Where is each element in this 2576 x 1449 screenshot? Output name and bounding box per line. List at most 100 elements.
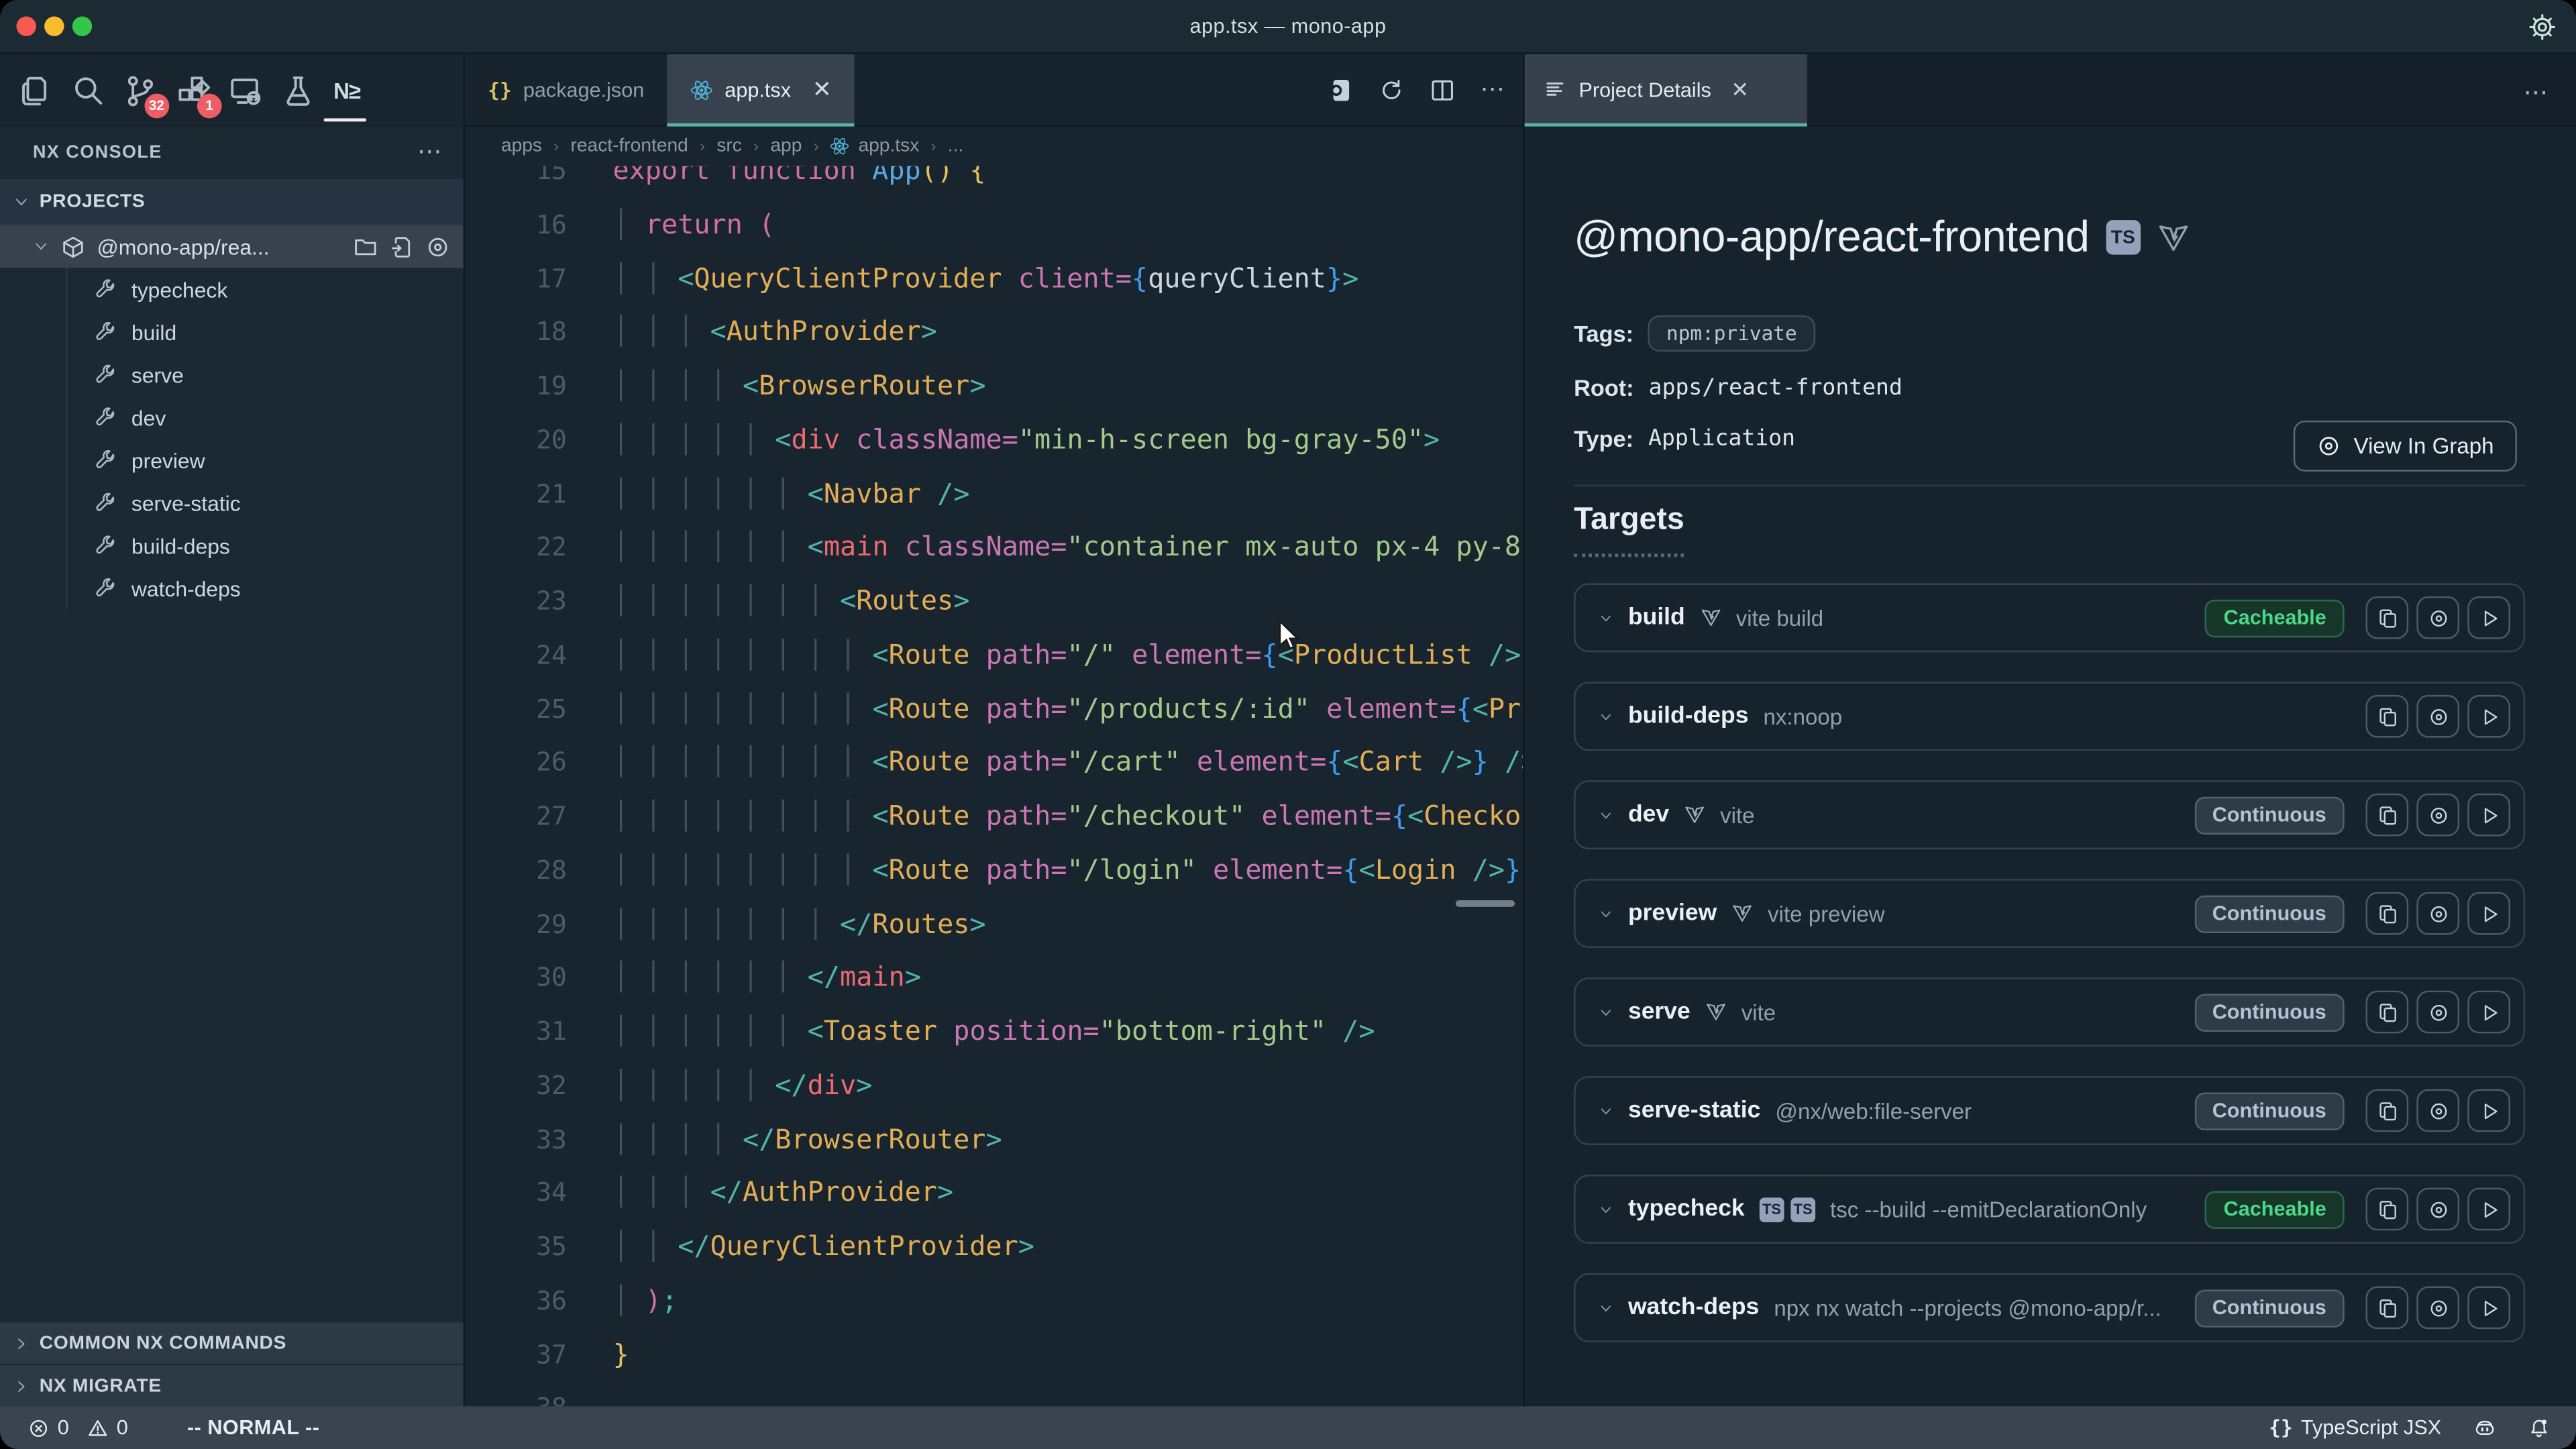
panel-more-actions-icon[interactable]: ⋯ [2524, 85, 2550, 101]
close-tab-icon[interactable]: ✕ [1731, 76, 1749, 103]
code-line-16[interactable]: 16│ return ( [465, 199, 1523, 252]
code-line-22[interactable]: 22│ │ │ │ │ │ <main className="container… [465, 521, 1523, 575]
copy-task-button[interactable] [2366, 695, 2409, 738]
run-target-button[interactable] [2467, 1089, 2510, 1132]
close-tab-icon[interactable]: ✕ [812, 76, 832, 104]
sidebar-task-typecheck[interactable]: typecheck [0, 268, 464, 311]
code-line-15[interactable]: 15export function App() { [465, 166, 1523, 198]
search-icon[interactable] [70, 73, 105, 107]
section-projects[interactable]: PROJECTS [0, 179, 464, 225]
open-project-details-icon[interactable] [1328, 77, 1354, 103]
notifications-bell-icon[interactable] [2528, 1417, 2550, 1438]
code-line-33[interactable]: 33│ │ │ │ </BrowserRouter> [465, 1113, 1523, 1167]
target-card-build[interactable]: build vite build Cacheable [1574, 583, 2525, 652]
target-card-watch-deps[interactable]: watch-deps npx nx watch --projects @mono… [1574, 1273, 2525, 1342]
code-line-28[interactable]: 28│ │ │ │ │ │ │ │ <Route path="/login" e… [465, 844, 1523, 898]
code-line-29[interactable]: 29│ │ │ │ │ │ │ </Routes> [465, 898, 1523, 951]
code-line-18[interactable]: 18│ │ │ <AuthProvider> [465, 306, 1523, 360]
language-mode[interactable]: {} TypeScript JSX [2269, 1416, 2441, 1439]
copy-task-button[interactable] [2366, 1188, 2409, 1231]
copilot-icon[interactable] [2474, 1417, 2496, 1438]
code-line-23[interactable]: 23│ │ │ │ │ │ │ <Routes> [465, 575, 1523, 629]
sidebar-task-serve-static[interactable]: serve-static [0, 482, 464, 525]
focus-in-graph-button[interactable] [2416, 991, 2459, 1034]
code-line-21[interactable]: 21│ │ │ │ │ │ <Navbar /> [465, 468, 1523, 521]
focus-in-graph-button[interactable] [2416, 794, 2459, 837]
remote-explorer-icon[interactable] [228, 73, 262, 107]
breadcrumb-item[interactable]: apps [501, 136, 542, 156]
problems-indicator[interactable]: 0 0 [28, 1416, 128, 1439]
code-line-24[interactable]: 24│ │ │ │ │ │ │ │ <Route path="/" elemen… [465, 629, 1523, 682]
code-line-19[interactable]: 19│ │ │ │ <BrowserRouter> [465, 360, 1523, 413]
explorer-icon[interactable] [18, 73, 52, 107]
show-in-graph-icon[interactable] [425, 234, 450, 259]
focus-in-graph-button[interactable] [2416, 892, 2459, 935]
code-line-20[interactable]: 20│ │ │ │ │ <div className="min-h-screen… [465, 414, 1523, 468]
editor-scrollbar[interactable] [1456, 900, 1515, 907]
sidebar-task-serve[interactable]: serve [0, 354, 464, 396]
copy-task-button[interactable] [2366, 1287, 2409, 1330]
copy-task-button[interactable] [2366, 991, 2409, 1034]
code-line-35[interactable]: 35│ │ </QueryClientProvider> [465, 1221, 1523, 1275]
settings-gear-icon[interactable] [2528, 13, 2557, 42]
split-editor-icon[interactable] [1430, 77, 1456, 103]
code-line-17[interactable]: 17│ │ <QueryClientProvider client={query… [465, 252, 1523, 306]
generate-file-icon[interactable] [389, 234, 414, 259]
source-control-icon[interactable]: 32 [123, 73, 158, 107]
sidebar-task-watch-deps[interactable]: watch-deps [0, 567, 464, 610]
sidebar-task-build-deps[interactable]: build-deps [0, 524, 464, 567]
breadcrumb-item[interactable]: ... [948, 136, 963, 156]
target-card-serve-static[interactable]: serve-static @nx/web:file-server Continu… [1574, 1076, 2525, 1145]
tab-project-details[interactable]: Project Details ✕ [1525, 54, 1807, 125]
nx-console-activity-icon[interactable]: N≥ [333, 73, 368, 107]
more-actions-icon[interactable]: ⋯ [1481, 82, 1507, 98]
target-card-dev[interactable]: dev vite Continuous [1574, 780, 2525, 849]
code-line-37[interactable]: 37} [465, 1328, 1523, 1382]
run-target-button[interactable] [2467, 991, 2510, 1034]
reveal-folder-icon[interactable] [354, 234, 378, 259]
breadcrumb-item[interactable]: app.tsx [830, 136, 919, 156]
run-target-button[interactable] [2467, 892, 2510, 935]
code-line-34[interactable]: 34│ │ │ </AuthProvider> [465, 1167, 1523, 1220]
copy-task-button[interactable] [2366, 596, 2409, 639]
code-line-30[interactable]: 30│ │ │ │ │ │ </main> [465, 952, 1523, 1006]
copy-task-button[interactable] [2366, 1089, 2409, 1132]
run-target-button[interactable] [2467, 1188, 2510, 1231]
tab-app-tsx[interactable]: app.tsx ✕ [667, 54, 855, 125]
focus-in-graph-button[interactable] [2416, 1287, 2459, 1330]
sidebar-task-dev[interactable]: dev [0, 396, 464, 439]
project-row[interactable]: @mono-app/rea... [0, 225, 464, 268]
sidebar-more-actions-icon[interactable]: ⋯ [417, 145, 443, 161]
refresh-icon[interactable] [1379, 77, 1405, 103]
target-card-serve[interactable]: serve vite Continuous [1574, 977, 2525, 1046]
copy-task-button[interactable] [2366, 892, 2409, 935]
focus-in-graph-button[interactable] [2416, 1188, 2459, 1231]
code-line-26[interactable]: 26│ │ │ │ │ │ │ │ <Route path="/cart" el… [465, 737, 1523, 790]
copy-task-button[interactable] [2366, 794, 2409, 837]
code-line-36[interactable]: 36│ ); [465, 1275, 1523, 1328]
view-in-graph-button[interactable]: View In Graph [2293, 421, 2517, 472]
section-nx-migrate[interactable]: NX MIGRATE [0, 1364, 464, 1407]
focus-in-graph-button[interactable] [2416, 1089, 2459, 1132]
run-target-button[interactable] [2467, 1287, 2510, 1330]
code-line-32[interactable]: 32│ │ │ │ │ </div> [465, 1059, 1523, 1113]
testing-icon[interactable] [281, 73, 315, 107]
code-line-27[interactable]: 27│ │ │ │ │ │ │ │ <Route path="/checkout… [465, 790, 1523, 844]
focus-in-graph-button[interactable] [2416, 596, 2459, 639]
breadcrumb-item[interactable]: react-frontend [570, 136, 688, 156]
code-line-25[interactable]: 25│ │ │ │ │ │ │ │ <Route path="/products… [465, 683, 1523, 737]
extensions-icon[interactable]: 1 [176, 73, 210, 107]
run-target-button[interactable] [2467, 794, 2510, 837]
breadcrumb-item[interactable]: src [716, 136, 742, 156]
focus-in-graph-button[interactable] [2416, 695, 2459, 738]
breadcrumb-item[interactable]: app [770, 136, 802, 156]
target-card-preview[interactable]: preview vite preview Continuous [1574, 879, 2525, 948]
code-editor[interactable]: 15export function App() {16│ return (17│… [465, 166, 1523, 1406]
tab-package-json[interactable]: {} package.json [465, 54, 667, 125]
code-line-38[interactable]: 38 [465, 1382, 1523, 1406]
code-line-31[interactable]: 31│ │ │ │ │ │ <Toaster position="bottom-… [465, 1006, 1523, 1059]
run-target-button[interactable] [2467, 695, 2510, 738]
target-card-build-deps[interactable]: build-deps nx:noop [1574, 682, 2525, 751]
target-card-typecheck[interactable]: typecheck TSTS tsc --build --emitDeclara… [1574, 1175, 2525, 1244]
section-common-nx-commands[interactable]: COMMON NX COMMANDS [0, 1321, 464, 1364]
